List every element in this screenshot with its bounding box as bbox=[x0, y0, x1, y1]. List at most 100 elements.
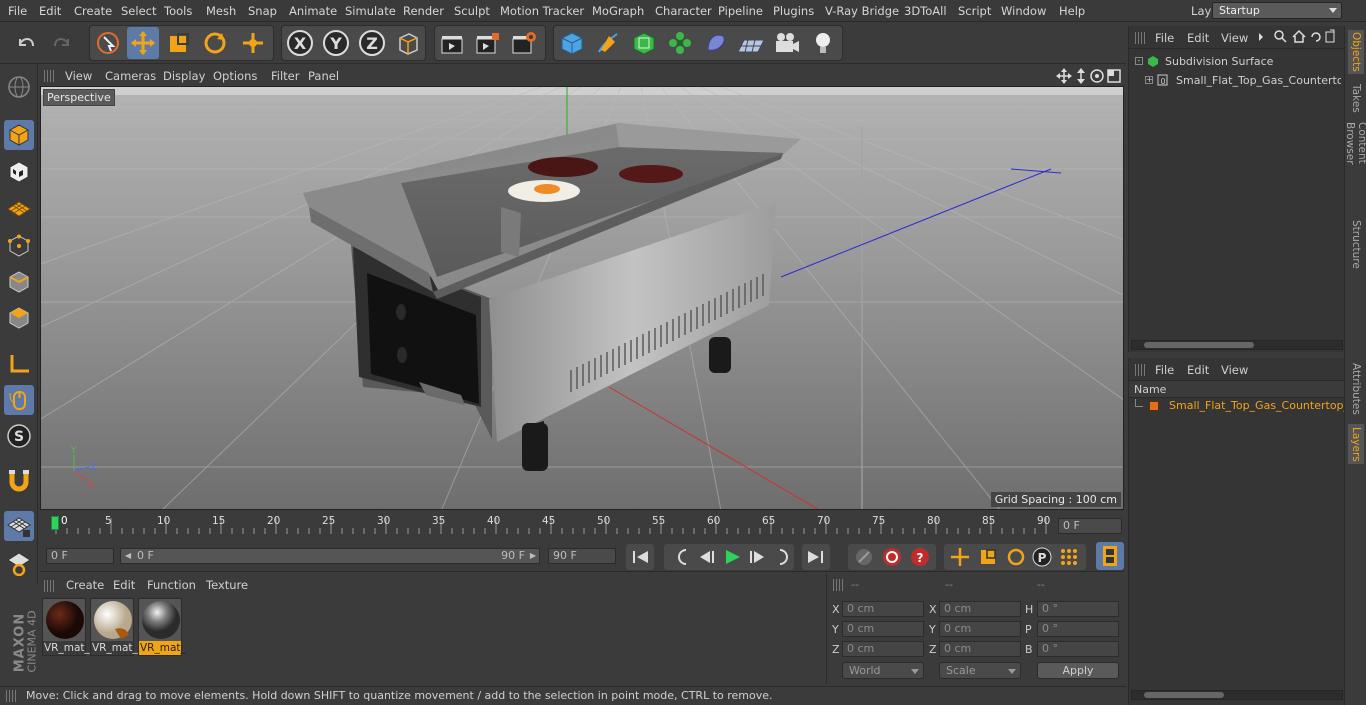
mograph-cloner-button[interactable] bbox=[664, 27, 696, 59]
layers-menu-edit[interactable]: Edit bbox=[1187, 363, 1209, 377]
rotate-tool-button[interactable] bbox=[199, 27, 231, 59]
size-z-field[interactable]: 0 cm bbox=[939, 641, 1021, 657]
material-menu-function[interactable]: Function bbox=[147, 578, 196, 592]
viewport-solo-button[interactable] bbox=[4, 511, 34, 541]
tree-row[interactable]: - Subdivision Surface bbox=[1133, 54, 1343, 70]
tab-structure[interactable]: Structure bbox=[1348, 216, 1364, 272]
menu-mograph[interactable]: MoGraph bbox=[592, 4, 644, 18]
objects-toolbar-icons[interactable] bbox=[1257, 29, 1345, 45]
polygons-mode-button[interactable] bbox=[4, 303, 34, 333]
layers-menu-view[interactable]: View bbox=[1221, 363, 1248, 377]
viewport-3d[interactable]: Y X Z Perspective Grid Spacing : 100 cm bbox=[40, 86, 1124, 510]
objects-menu-edit[interactable]: Edit bbox=[1187, 31, 1209, 45]
viewport-menu-cameras[interactable]: Cameras bbox=[105, 69, 156, 83]
tab-content-browser[interactable]: Content Browser bbox=[1344, 122, 1366, 208]
size-y-field[interactable]: 0 cm bbox=[939, 621, 1021, 637]
scale-select[interactable]: Scale bbox=[939, 662, 1021, 679]
layer-color-icon[interactable] bbox=[1149, 401, 1159, 411]
collapse-icon[interactable]: - bbox=[1135, 57, 1143, 65]
tab-takes[interactable]: Takes bbox=[1348, 80, 1364, 116]
apply-button[interactable]: Apply bbox=[1037, 662, 1119, 679]
texture-mode-button[interactable] bbox=[4, 157, 34, 187]
scrollbar-thumb[interactable] bbox=[1144, 342, 1254, 348]
position-z-field[interactable]: 0 cm bbox=[842, 641, 924, 657]
move-tool-button[interactable] bbox=[127, 27, 159, 59]
menu-script[interactable]: Script bbox=[958, 4, 991, 18]
viewport-menu-display[interactable]: Display bbox=[163, 69, 205, 83]
scrollbar-thumb[interactable] bbox=[1144, 692, 1224, 698]
viewport-menu-view[interactable]: View bbox=[65, 69, 92, 83]
tab-attributes[interactable]: Attributes bbox=[1348, 360, 1364, 418]
render-view-button[interactable] bbox=[437, 27, 469, 59]
menu-sculpt[interactable]: Sculpt bbox=[454, 4, 490, 18]
menu-select[interactable]: Select bbox=[121, 4, 156, 18]
menu-mesh[interactable]: Mesh bbox=[206, 4, 236, 18]
tweak-mode-button[interactable] bbox=[4, 385, 34, 415]
material-swatch[interactable]: VR_mat_ bbox=[42, 598, 90, 656]
objects-menu-file[interactable]: File bbox=[1155, 31, 1174, 45]
layer-row[interactable]: Small_Flat_Top_Gas_Countertop_G bbox=[1135, 399, 1345, 415]
start-frame-field[interactable]: 0 F bbox=[46, 548, 114, 564]
tab-objects[interactable]: Objects bbox=[1348, 30, 1364, 74]
material-menu-texture[interactable]: Texture bbox=[206, 578, 248, 592]
material-menu-create[interactable]: Create bbox=[66, 578, 104, 592]
scale-tool-button[interactable] bbox=[163, 27, 195, 59]
timeline-window-button[interactable] bbox=[1096, 542, 1124, 570]
y-axis-button[interactable]: Y bbox=[320, 27, 352, 59]
menu-3dtoall[interactable]: 3DToAll bbox=[904, 4, 947, 18]
rotation-b-field[interactable]: 0 ° bbox=[1037, 641, 1119, 657]
position-y-field[interactable]: 0 cm bbox=[842, 621, 924, 637]
edges-mode-button[interactable] bbox=[4, 267, 34, 297]
material-menu-edit[interactable]: Edit bbox=[113, 578, 135, 592]
playhead-marker[interactable] bbox=[51, 516, 59, 530]
layers-menu-file[interactable]: File bbox=[1155, 363, 1174, 377]
transform-tool-button[interactable] bbox=[237, 27, 269, 59]
rotation-p-field[interactable]: 0 ° bbox=[1037, 621, 1119, 637]
redo-button[interactable] bbox=[46, 27, 78, 59]
viewport-nav-icons[interactable] bbox=[1056, 68, 1122, 84]
position-x-field[interactable]: 0 cm bbox=[842, 601, 924, 617]
viewport-menu-panel[interactable]: Panel bbox=[308, 69, 339, 83]
magnet-button[interactable] bbox=[4, 466, 34, 496]
timeline[interactable]: 0 5 10 15 20 25 30 35 40 45 50 55 60 65 … bbox=[40, 512, 1124, 542]
current-frame-field[interactable]: 0 F bbox=[1058, 518, 1122, 534]
light-button[interactable] bbox=[807, 27, 839, 59]
make-editable-button[interactable] bbox=[4, 72, 34, 102]
material-swatch[interactable]: VR_mat_ bbox=[90, 598, 138, 656]
tab-layers[interactable]: Layers bbox=[1348, 424, 1364, 464]
viewport-menu-options[interactable]: Options bbox=[213, 69, 257, 83]
viewport-menu-filter[interactable]: Filter bbox=[271, 69, 299, 83]
z-axis-button[interactable]: Z bbox=[356, 27, 388, 59]
menu-help[interactable]: Help bbox=[1059, 4, 1085, 18]
world-select[interactable]: World bbox=[842, 662, 924, 679]
tree-row[interactable]: + 0 Small_Flat_Top_Gas_Countertop_ bbox=[1143, 73, 1343, 89]
layout-select[interactable]: Startup bbox=[1212, 2, 1342, 19]
coordinate-system-button[interactable] bbox=[392, 27, 424, 59]
menu-plugins[interactable]: Plugins bbox=[773, 4, 814, 18]
menu-motion-tracker[interactable]: Motion Tracker bbox=[500, 4, 584, 18]
workplane-mode-button[interactable] bbox=[4, 194, 34, 224]
menu-edit[interactable]: Edit bbox=[39, 4, 61, 18]
deformer-button[interactable] bbox=[700, 27, 732, 59]
snap-button[interactable]: S bbox=[4, 421, 34, 451]
menu-snap[interactable]: Snap bbox=[248, 4, 277, 18]
pen-tool-button[interactable] bbox=[592, 27, 624, 59]
size-x-field[interactable]: 0 cm bbox=[939, 601, 1021, 617]
menu-file[interactable]: File bbox=[8, 4, 27, 18]
floor-button[interactable] bbox=[735, 27, 767, 59]
rotation-h-field[interactable]: 0 ° bbox=[1037, 601, 1119, 617]
menu-vray-bridge[interactable]: V-Ray Bridge bbox=[825, 4, 899, 18]
menu-simulate[interactable]: Simulate bbox=[345, 4, 396, 18]
x-axis-button[interactable]: X bbox=[284, 27, 316, 59]
points-mode-button[interactable] bbox=[4, 231, 34, 261]
end-frame-field[interactable]: 90 F bbox=[548, 548, 616, 564]
frame-range-slider[interactable]: ◀ 0 F 90 F ▶ bbox=[120, 548, 540, 564]
menu-create[interactable]: Create bbox=[74, 4, 112, 18]
menu-render[interactable]: Render bbox=[403, 4, 444, 18]
subdivision-button[interactable] bbox=[628, 27, 660, 59]
menu-animate[interactable]: Animate bbox=[289, 4, 337, 18]
objects-menu-view[interactable]: View bbox=[1221, 31, 1248, 45]
menu-character[interactable]: Character bbox=[655, 4, 712, 18]
menu-window[interactable]: Window bbox=[1001, 4, 1046, 18]
playback-controls[interactable]: ? P bbox=[626, 544, 1102, 570]
